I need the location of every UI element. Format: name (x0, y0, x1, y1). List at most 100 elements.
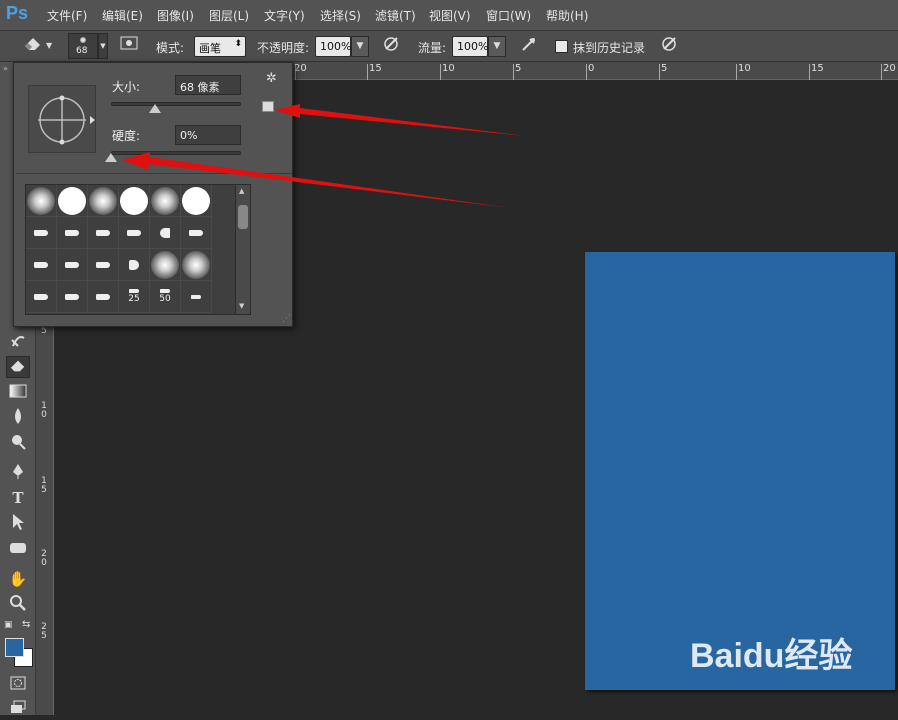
pressure-size-icon[interactable] (658, 35, 680, 57)
preset-soft-round[interactable] (26, 185, 57, 217)
collapse-panel-icon[interactable]: » (3, 64, 8, 73)
opacity-field[interactable]: 100% (315, 36, 351, 57)
blur-tool-icon[interactable] (6, 407, 30, 429)
mode-label: 模式: (156, 41, 185, 55)
preset-tip[interactable] (119, 249, 150, 281)
flow-dropdown-icon[interactable]: ▼ (488, 36, 506, 57)
divider (16, 173, 292, 174)
preset-soft-round[interactable] (150, 185, 181, 217)
ruler-label: 10 (442, 63, 455, 74)
preset-hard-round[interactable] (119, 185, 150, 217)
size-slider-knob[interactable] (149, 104, 162, 113)
eraser-tool-icon[interactable] (22, 35, 44, 57)
presets-scrollbar[interactable]: ▲ ▼ (235, 185, 250, 314)
foreground-color-swatch[interactable] (5, 638, 24, 657)
flow-label: 流量: (418, 41, 447, 55)
preset-tip[interactable] (88, 217, 119, 249)
brush-panel-toggle-icon[interactable] (118, 35, 140, 57)
screen-mode-icon[interactable] (6, 698, 30, 720)
history-brush-tool-icon[interactable] (6, 332, 30, 354)
tool-preset-dropdown-icon[interactable]: ▼ (46, 41, 52, 50)
preset-soft-round[interactable] (150, 249, 181, 281)
ruler-label: 5 (41, 326, 47, 336)
default-colors-icon[interactable]: ▣ (4, 620, 13, 630)
preset-tip[interactable] (26, 281, 57, 313)
preset-tip[interactable] (57, 217, 88, 249)
erase-history-label: 抹到历史记录 (573, 41, 646, 55)
resize-grip-icon[interactable]: ⋰ (282, 314, 291, 324)
scroll-up-icon[interactable]: ▲ (239, 187, 244, 195)
hand-tool-icon[interactable]: ✋ (6, 568, 30, 590)
type-tool-icon[interactable]: T (6, 487, 30, 509)
menu-layer[interactable]: 图层(L) (209, 7, 249, 24)
ruler-label: 10 (738, 63, 751, 74)
scroll-down-icon[interactable]: ▼ (239, 302, 244, 310)
document-canvas[interactable] (585, 252, 895, 690)
ruler-label: 15 (369, 63, 382, 74)
preset-tip[interactable] (26, 249, 57, 281)
preset-tip-25[interactable]: 25 (119, 281, 150, 313)
preset-tip[interactable] (26, 217, 57, 249)
menu-file[interactable]: 文件(F) (47, 7, 87, 24)
ruler-label: 5 (661, 63, 668, 74)
preset-soft-round[interactable] (88, 185, 119, 217)
eraser-tool-button[interactable] (6, 356, 30, 378)
airbrush-icon[interactable] (518, 35, 540, 57)
hardness-slider-track[interactable] (111, 151, 241, 155)
menu-view[interactable]: 视图(V) (429, 7, 471, 24)
preset-tip[interactable] (181, 217, 212, 249)
preset-tip[interactable] (88, 281, 119, 313)
dodge-tool-icon[interactable] (6, 433, 30, 455)
brush-dot-icon (80, 37, 86, 43)
menu-select[interactable]: 选择(S) (320, 7, 361, 24)
opacity-dropdown-icon[interactable]: ▼ (351, 36, 369, 57)
preset-tip-50[interactable]: 50 (150, 281, 181, 313)
preset-tip[interactable] (57, 281, 88, 313)
scrollbar-thumb[interactable] (238, 205, 248, 229)
brush-presets-grid: 25 50 (25, 184, 251, 315)
opacity-label: 不透明度: (257, 41, 310, 55)
preset-soft-round[interactable] (181, 249, 212, 281)
erase-history-checkbox[interactable] (555, 40, 568, 53)
preset-hard-round[interactable] (57, 185, 88, 217)
ruler-label: 10 (41, 401, 47, 420)
preset-tip[interactable] (88, 249, 119, 281)
options-bar: ▼ 68 ▼ 模式: 画笔 ⬍ 不透明度: 100% ▼ 流量: 100% ▼ … (0, 30, 898, 62)
flow-field[interactable]: 100% (452, 36, 488, 57)
menu-window[interactable]: 窗口(W) (486, 7, 531, 24)
menu-filter[interactable]: 滤镜(T) (375, 7, 416, 24)
preset-tip[interactable] (57, 249, 88, 281)
preset-hard-round[interactable] (181, 185, 212, 217)
brush-tip-preview[interactable] (28, 85, 96, 153)
ruler-label: 25 (41, 622, 47, 641)
menu-type[interactable]: 文字(Y) (264, 7, 305, 24)
menu-edit[interactable]: 编辑(E) (102, 7, 143, 24)
preset-tip[interactable] (119, 217, 150, 249)
gear-icon[interactable]: ✲ (266, 71, 277, 86)
mode-select[interactable]: 画笔 ⬍ (194, 36, 246, 57)
brush-picker-dropdown-icon[interactable]: ▼ (98, 33, 108, 59)
brush-size-readout: 68 (76, 46, 88, 56)
pressure-opacity-icon[interactable] (380, 35, 402, 57)
brush-preset-picker[interactable]: 68 (68, 33, 98, 59)
gradient-tool-icon[interactable] (6, 382, 30, 404)
menu-help[interactable]: 帮助(H) (546, 7, 588, 24)
preset-fan-tip[interactable] (150, 217, 181, 249)
size-slider-track[interactable] (111, 102, 241, 106)
zoom-tool-icon[interactable] (6, 594, 30, 616)
red-arrow-icon (274, 104, 526, 136)
menu-image[interactable]: 图像(I) (157, 7, 194, 24)
quick-mask-icon[interactable] (6, 674, 30, 696)
path-selection-tool-icon[interactable] (6, 513, 30, 535)
watermark: Baidu经验 (690, 637, 853, 675)
size-field[interactable]: 68 像素 (175, 75, 241, 95)
hardness-label: 硬度: (112, 129, 141, 143)
swap-colors-icon[interactable]: ⇆ (22, 619, 30, 630)
rectangle-tool-icon[interactable] (6, 539, 30, 561)
hardness-slider-knob[interactable] (105, 153, 117, 162)
app-logo: Ps (6, 3, 29, 23)
preset-tip[interactable] (181, 281, 212, 313)
pen-tool-icon[interactable] (6, 462, 30, 484)
hardness-field[interactable]: 0% (175, 125, 241, 145)
new-preset-icon[interactable] (262, 101, 274, 112)
